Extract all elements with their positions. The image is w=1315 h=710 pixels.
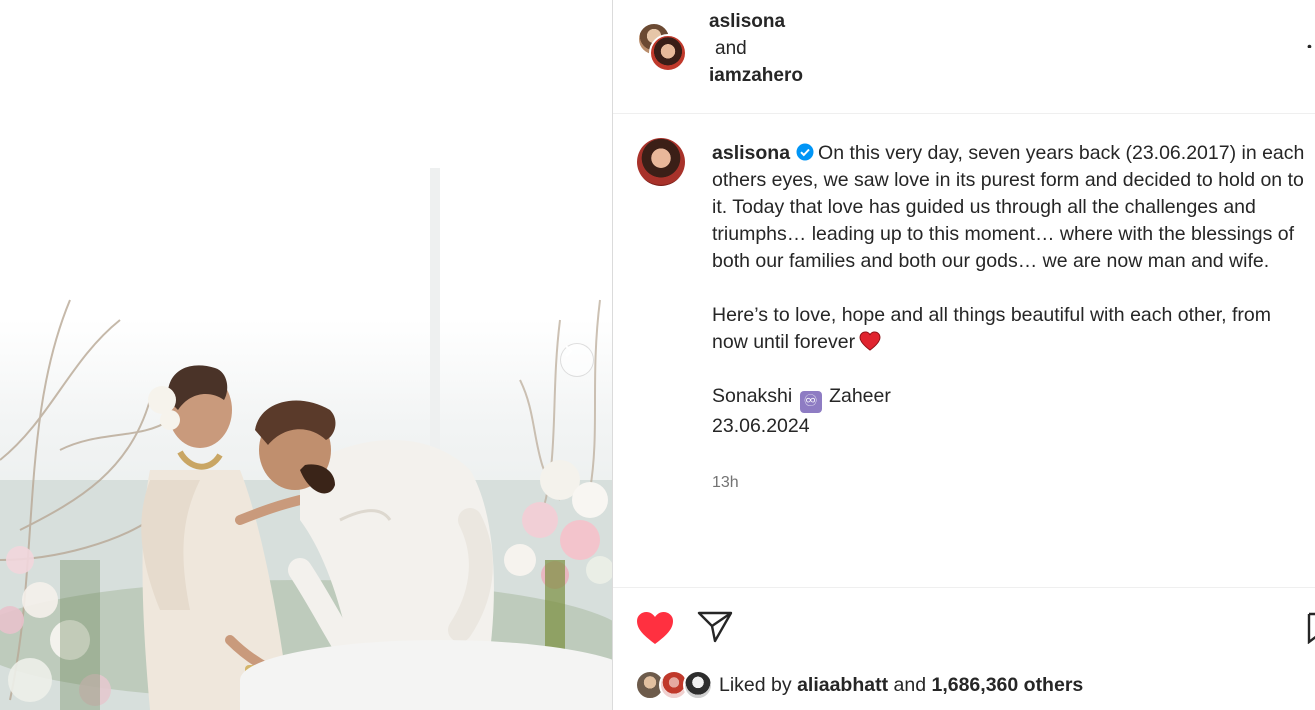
post-timestamp[interactable]: 13h xyxy=(712,474,739,492)
wedding-photo-illustration xyxy=(0,168,612,710)
infinity-emoji-icon: ♾ xyxy=(799,391,822,413)
likes-connector: and xyxy=(893,674,927,696)
username-link[interactable]: iamzahero xyxy=(709,62,803,89)
avatar[interactable] xyxy=(683,670,713,700)
collab-usernames: aslisona and iamzahero xyxy=(709,8,803,89)
post-header: aslisona and iamzahero • xyxy=(613,0,1315,114)
collab-avatars[interactable] xyxy=(637,22,687,72)
caption-names: Zaheer xyxy=(829,385,891,407)
username-link[interactable]: aslisona xyxy=(709,8,803,35)
caption-paragraph: Here’s to love, hope and all things beau… xyxy=(712,304,1271,353)
red-heart-emoji-icon xyxy=(859,331,881,351)
more-options-button[interactable]: • xyxy=(1307,44,1315,48)
paper-plane-icon[interactable] xyxy=(697,610,733,644)
avatar xyxy=(649,34,687,72)
likes-text: Liked by aliaabhatt and 1,686,360 others xyxy=(719,673,1083,697)
post-photo[interactable] xyxy=(0,0,612,710)
caption-date: 23.06.2024 xyxy=(712,415,810,437)
bookmark-icon[interactable] xyxy=(1307,612,1315,644)
liker-username-link[interactable]: aliaabhatt xyxy=(797,674,888,696)
likes-summary: Liked by aliaabhatt and 1,686,360 others xyxy=(635,668,1315,702)
verified-badge-icon xyxy=(796,143,814,161)
collab-connector: and xyxy=(715,38,747,59)
avatar[interactable] xyxy=(637,138,685,186)
likes-count-link[interactable]: 1,686,360 others xyxy=(931,674,1083,696)
next-image-button[interactable] xyxy=(560,343,594,377)
more-options-icon: • xyxy=(1307,44,1312,48)
caption-paragraph: On this very day, seven years back (23.0… xyxy=(712,142,1305,272)
caption-author-link[interactable]: aslisona xyxy=(712,142,790,164)
post-caption: aslisona On this very day, seven years b… xyxy=(613,114,1315,587)
caption-text: aslisona On this very day, seven years b… xyxy=(712,140,1307,440)
chevron-right-icon xyxy=(565,345,573,357)
caption-names: Sonakshi xyxy=(712,385,793,407)
post-actions: Liked by aliaabhatt and 1,686,360 others xyxy=(613,587,1315,710)
instagram-post-view: aslisona and iamzahero • aslisona On thi… xyxy=(0,0,1315,710)
likes-prefix: Liked by xyxy=(719,674,792,696)
post-side-panel: aslisona and iamzahero • aslisona On thi… xyxy=(613,0,1315,710)
heart-filled-icon[interactable] xyxy=(635,610,675,646)
